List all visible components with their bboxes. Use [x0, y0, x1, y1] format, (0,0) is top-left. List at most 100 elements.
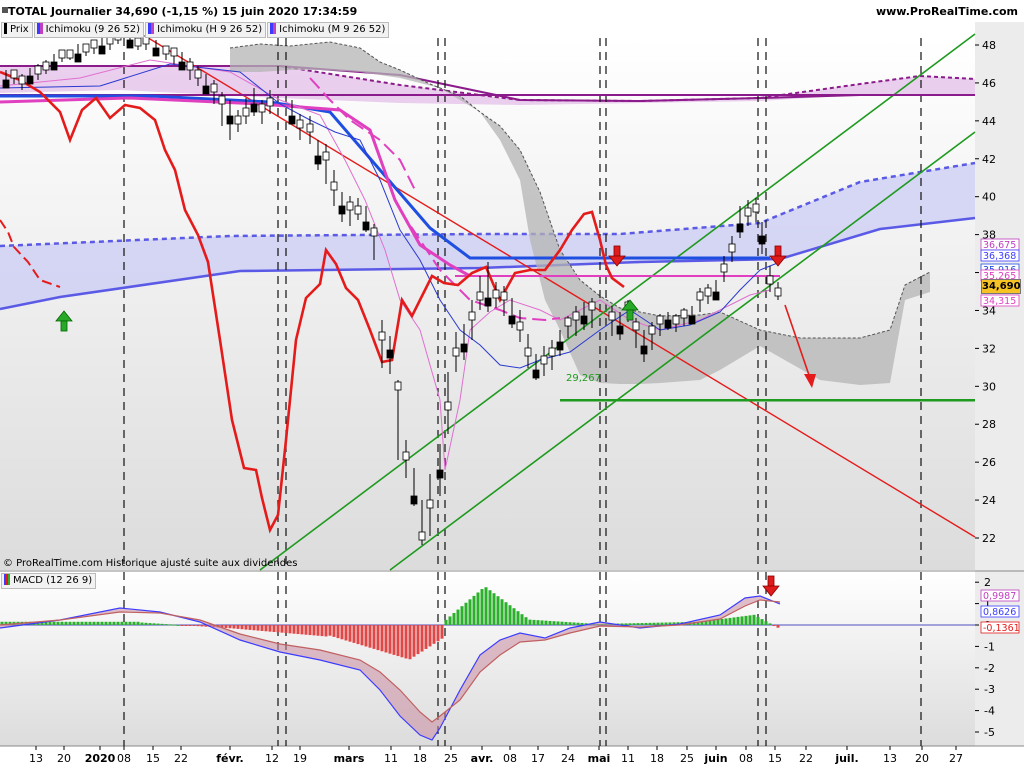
macd-histogram-bar	[240, 625, 244, 630]
candle-body	[186, 61, 194, 71]
legend-item-ichimoku-m[interactable]: Ichimoku (M 9 26 52)	[267, 22, 390, 38]
candle-body	[444, 401, 452, 411]
macd-histogram-bar	[356, 625, 360, 645]
macd-histogram-bar	[384, 625, 388, 653]
candle-body	[688, 315, 696, 325]
macd-histogram-bar	[232, 625, 236, 629]
candle-body	[572, 311, 580, 321]
macd-histogram-bar	[136, 621, 140, 625]
macd-histogram-bar	[636, 623, 640, 625]
macd-histogram-bar	[196, 625, 200, 627]
watermark: © ProRealTime.com Historique ajusté suit…	[3, 558, 298, 569]
macd-histogram-bar	[252, 625, 256, 631]
time-tick-label: 25	[680, 752, 694, 765]
macd-histogram-bar	[364, 625, 368, 647]
macd-histogram-bar	[524, 617, 528, 625]
legend-item-ichimoku-h[interactable]: Ichimoku (H 9 26 52)	[145, 22, 267, 38]
macd-histogram-bar	[348, 625, 352, 642]
candle-body	[532, 369, 540, 379]
price-tick-label: 22	[982, 532, 996, 545]
macd-histogram-bar	[276, 625, 280, 633]
site-url[interactable]: www.ProRealTime.com	[876, 5, 1018, 18]
macd-histogram-bar	[112, 621, 116, 625]
candle-body	[476, 291, 484, 301]
candle-body	[524, 347, 532, 357]
macd-histogram-bar	[188, 625, 192, 626]
time-tick-label: 11	[384, 752, 398, 765]
macd-histogram-bar	[372, 625, 376, 649]
macd-histogram-bar	[752, 614, 756, 625]
macd-histogram-bar	[416, 625, 420, 655]
candle-body	[202, 85, 210, 95]
macd-histogram-bar	[408, 625, 412, 660]
price-tick-label: 28	[982, 418, 996, 431]
legend-item-macd[interactable]: MACD (12 26 9)	[1, 573, 97, 589]
macd-histogram-bar	[184, 625, 188, 626]
macd-histogram-bar	[96, 621, 100, 625]
price-value-label: 36,675	[983, 240, 1016, 251]
time-tick-label: 15	[768, 752, 782, 765]
macd-value-label: 0,8626	[983, 607, 1016, 618]
candle-body	[580, 315, 588, 325]
candle-body	[418, 531, 426, 541]
macd-histogram-bar	[200, 625, 204, 627]
macd-tick-label: -4	[984, 705, 995, 718]
macd-histogram-bar	[648, 622, 652, 625]
macd-histogram-bar	[292, 625, 296, 634]
candle-body	[712, 291, 720, 301]
price-value-label: 34,315	[983, 296, 1016, 307]
macd-histogram-bar	[284, 625, 288, 634]
macd-histogram-bar	[736, 616, 740, 625]
candle-body	[226, 115, 234, 125]
macd-histogram-bar	[640, 623, 644, 625]
support-label: 29,267	[566, 373, 601, 384]
macd-histogram-bar	[56, 621, 60, 625]
macd-histogram-bar	[528, 619, 532, 625]
candle-body	[354, 205, 362, 215]
ichimoku-m-swatch-icon	[270, 23, 277, 34]
legend-item-price[interactable]: Prix	[1, 22, 33, 38]
macd-histogram-bar	[476, 592, 480, 625]
candle-body	[258, 103, 266, 113]
macd-histogram-bar	[660, 622, 664, 625]
macd-legend[interactable]: MACD (12 26 9)	[1, 573, 97, 589]
candle-body	[484, 297, 492, 307]
macd-histogram-bar	[580, 622, 584, 625]
price-value-label: 36,368	[983, 251, 1016, 262]
macd-histogram-bar	[768, 623, 772, 625]
time-tick-label: 08	[117, 752, 131, 765]
macd-histogram-bar	[156, 623, 160, 625]
macd-tick-label: -3	[984, 683, 995, 696]
macd-histogram-bar	[420, 625, 424, 652]
candle-body	[242, 107, 250, 117]
candle-body	[178, 61, 186, 71]
macd-histogram-bar	[248, 625, 252, 630]
macd-histogram-bar	[312, 625, 316, 636]
macd-histogram-bar	[412, 625, 416, 657]
macd-histogram-bar	[440, 625, 444, 639]
candle-body	[728, 243, 736, 253]
legend-item-ichimoku[interactable]: Ichimoku (9 26 52)	[33, 22, 145, 38]
candle-body	[296, 119, 304, 129]
macd-histogram-bar	[272, 625, 276, 632]
macd-histogram-bar	[344, 625, 348, 641]
chart-root: 29,267484644424038363432302826242236,675…	[0, 0, 1024, 768]
candle-body	[98, 45, 106, 55]
candle-body	[2, 79, 10, 89]
macd-histogram-bar	[536, 620, 540, 625]
macd-histogram-bar	[716, 619, 720, 625]
chart-title: TOTAL Journalier 34,690 (-1,15 %) 15 jui…	[8, 5, 358, 18]
macd-histogram-bar	[160, 623, 164, 625]
macd-histogram-bar	[148, 623, 152, 625]
macd-histogram-bar	[508, 605, 512, 625]
macd-histogram-bar	[192, 625, 196, 626]
macd-histogram-bar	[424, 625, 428, 649]
macd-histogram-bar	[432, 625, 436, 644]
macd-histogram-bar	[544, 620, 548, 625]
macd-histogram-bar	[88, 621, 92, 625]
macd-histogram-bar	[564, 621, 568, 625]
macd-histogram-bar	[368, 625, 372, 648]
macd-histogram-bar	[168, 624, 172, 626]
macd-histogram-bar	[264, 625, 268, 632]
time-tick-label: févr.	[216, 752, 243, 765]
